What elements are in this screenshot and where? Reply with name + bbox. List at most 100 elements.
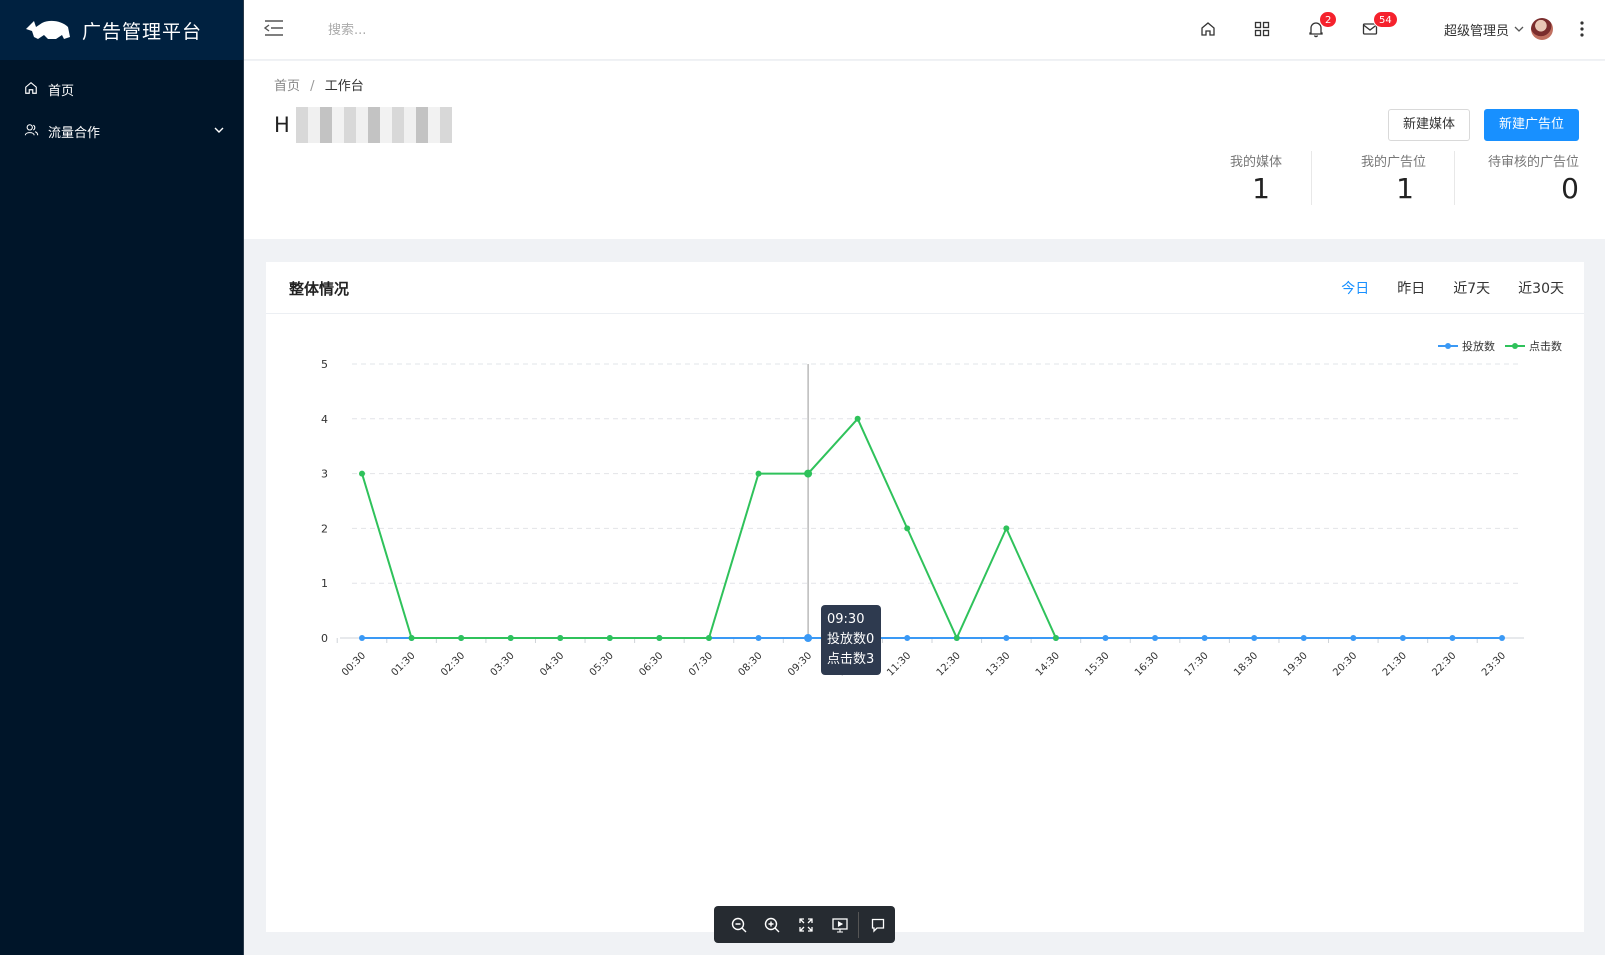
sidebar: 广告管理平台 首页 流量合作 (0, 0, 244, 955)
bell-icon[interactable]: 2 (1307, 11, 1338, 40)
chevron-down-icon (213, 124, 225, 140)
fit-screen-icon[interactable] (789, 906, 823, 943)
sidebar-item-traffic[interactable]: 流量合作 (0, 110, 243, 152)
notification-badge: 2 (1319, 11, 1338, 28)
data-point (705, 635, 712, 641)
data-point (408, 635, 415, 641)
user-name: 超级管理员 (1443, 23, 1509, 39)
card-title: 整体情况 (289, 280, 350, 298)
stat-value: 1 (1252, 172, 1270, 205)
x-tick-label: 00:30 (340, 650, 368, 678)
message-badge: 54 (1373, 11, 1398, 28)
legend-label: 点击数 (1529, 340, 1562, 353)
x-tick-label: 20:30 (1331, 650, 1359, 678)
series-line-1 (361, 416, 1057, 641)
y-tick-label: 4 (321, 413, 328, 426)
overview-card: 整体情况 今日 昨日 近7天 近30天 0 1 2 3 4 5 00:30 01:30 02:3… (266, 262, 1584, 932)
overview-line-chart[interactable]: 0 1 2 3 4 5 00:30 01:30 02:30 03:30 04:30 05:30 06:3… (266, 314, 1584, 934)
x-tick-label: 11:30 (885, 650, 913, 678)
apps-grid-icon[interactable] (1253, 20, 1273, 40)
new-media-button[interactable]: 新建媒体 (1387, 109, 1470, 141)
data-point (1003, 525, 1010, 532)
data-point (557, 635, 564, 641)
y-tick-label: 1 (321, 577, 328, 590)
x-tick-label: 02:30 (439, 650, 467, 678)
floating-toolbar (714, 906, 895, 943)
data-point (1152, 635, 1159, 641)
chart-legend: 投放数 点击数 (1428, 338, 1562, 354)
breadcrumb-separator: / (310, 79, 315, 94)
y-tick-label: 3 (321, 468, 328, 481)
tooltip-clicks: 点击数3 (827, 652, 875, 667)
breadcrumb-current: 工作台 (324, 79, 364, 94)
y-tick-label: 0 (321, 632, 328, 645)
data-point (1399, 635, 1406, 641)
breadcrumb: 首页 / 工作台 (274, 75, 364, 94)
redacted-username (295, 107, 452, 143)
data-point (458, 635, 465, 641)
new-ad-slot-button[interactable]: 新建广告位 (1483, 109, 1579, 141)
welcome-prefix: H (274, 113, 290, 137)
sidebar-item-home[interactable]: 首页 (0, 68, 243, 110)
stat-my-ad-slots: 我的广告位 1 (1311, 151, 1426, 205)
x-tick-label: 15:30 (1083, 650, 1111, 678)
data-point (1449, 635, 1456, 641)
x-tick-label: 05:30 (588, 650, 616, 678)
date-range-tabs: 今日 昨日 近7天 近30天 (1313, 278, 1564, 298)
data-point (1003, 635, 1010, 641)
x-tick-label: 23:30 (1480, 650, 1508, 678)
x-tick-label: 07:30 (687, 650, 715, 678)
avatar (1531, 18, 1553, 40)
y-tick-label: 5 (321, 358, 328, 371)
data-point (1300, 635, 1307, 641)
tab-today[interactable]: 今日 (1341, 278, 1369, 298)
tooltip-time: 09:30 (827, 612, 865, 627)
data-point (359, 635, 365, 641)
x-tick-label: 21:30 (1381, 650, 1409, 678)
breadcrumb-home[interactable]: 首页 (274, 79, 300, 94)
x-tick-label: 14:30 (1034, 650, 1062, 678)
stat-label: 我的广告位 (1360, 155, 1426, 170)
data-point (1102, 635, 1109, 641)
menu-fold-icon[interactable] (263, 19, 286, 41)
legend-marker-icon (1505, 343, 1525, 349)
user-menu[interactable]: 超级管理员 (1444, 18, 1553, 40)
more-vertical-icon[interactable] (1579, 20, 1591, 40)
zoom-out-icon[interactable] (722, 906, 756, 943)
data-point (804, 469, 813, 478)
logo[interactable]: 广告管理平台 (0, 0, 243, 60)
tab-last-7-days[interactable]: 近7天 (1453, 278, 1490, 298)
home-nav-icon[interactable] (1199, 20, 1219, 40)
stat-my-media: 我的媒体 1 (1206, 151, 1282, 205)
present-icon[interactable] (823, 906, 857, 943)
sidebar-item-label: 流量合作 (48, 125, 101, 141)
data-point (1499, 635, 1505, 641)
tooltip-impressions: 投放数0 (827, 632, 875, 647)
mail-icon[interactable]: 54 (1361, 11, 1398, 40)
x-tick-label: 08:30 (736, 650, 764, 678)
data-point (854, 415, 861, 422)
chevron-down-icon (1513, 23, 1525, 35)
data-point (507, 635, 514, 641)
tab-yesterday[interactable]: 昨日 (1397, 278, 1425, 298)
x-tick-label: 19:30 (1282, 650, 1310, 678)
data-point (359, 470, 365, 477)
x-tick-label: 04:30 (538, 650, 566, 678)
stats-panel: 我的媒体 1 我的广告位 1 待审核的广告位 0 (1206, 151, 1579, 205)
users-icon (24, 123, 40, 139)
home-icon (24, 81, 40, 97)
stat-pending-ad-slots: 待审核的广告位 0 (1454, 151, 1579, 205)
legend-clicks[interactable]: 点击数 (1505, 338, 1562, 354)
legend-impressions[interactable]: 投放数 (1438, 338, 1495, 354)
x-tick-label: 22:30 (1430, 650, 1458, 678)
comment-icon[interactable] (861, 906, 895, 943)
tab-last-30-days[interactable]: 近30天 (1518, 278, 1564, 298)
stat-label: 待审核的广告位 (1487, 155, 1579, 170)
toolbar-divider (858, 911, 860, 938)
zoom-in-icon[interactable] (756, 906, 790, 943)
search-input[interactable] (328, 20, 628, 40)
top-header: 2 54 超级管理员 (244, 0, 1605, 60)
x-tick-label: 01:30 (390, 650, 418, 678)
data-point (904, 635, 911, 641)
rhino-logo-icon (26, 20, 70, 39)
